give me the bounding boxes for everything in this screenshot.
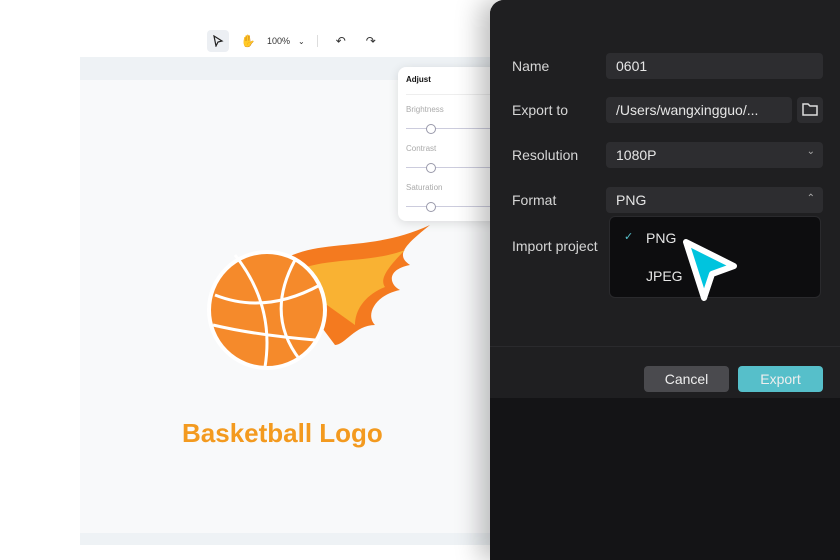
undo-icon: ↶: [335, 34, 346, 48]
pointer-icon: [213, 35, 224, 47]
redo-icon: ↷: [365, 34, 376, 48]
undo-button[interactable]: ↶: [330, 30, 352, 52]
slider-knob[interactable]: [426, 202, 436, 212]
format-value: PNG: [616, 192, 647, 208]
zoom-level[interactable]: 100%: [267, 36, 290, 46]
brightness-label: Brightness: [406, 105, 444, 114]
divider: [316, 35, 318, 47]
import-project-label: Import project: [512, 238, 598, 254]
saturation-slider[interactable]: [406, 200, 500, 214]
hand-icon: ✋: [240, 34, 256, 48]
divider: [490, 346, 840, 347]
redo-button[interactable]: ↷: [360, 30, 382, 52]
hand-tool-button[interactable]: ✋: [237, 30, 259, 52]
export-button[interactable]: Export: [738, 366, 823, 392]
contrast-label: Contrast: [406, 144, 437, 153]
select-tool-button[interactable]: [207, 30, 229, 52]
basketball-logo-image: [207, 225, 430, 370]
option-jpeg[interactable]: JPEG: [646, 268, 683, 284]
name-label: Name: [512, 58, 550, 74]
export-path-input[interactable]: /Users/wangxingguo/...: [606, 97, 792, 123]
resolution-value: 1080P: [616, 147, 657, 163]
folder-icon: [802, 103, 818, 116]
saturation-label: Saturation: [406, 183, 443, 192]
check-icon: ✓: [624, 231, 634, 243]
canvas-toolbar: ✋ 100% ⌄ ↶ ↷: [207, 30, 382, 52]
slider-knob[interactable]: [426, 163, 436, 173]
contrast-slider[interactable]: [406, 161, 500, 175]
export-dialog: Name 0601 Export to /Users/wangxingguo/.…: [490, 0, 840, 398]
name-input[interactable]: 0601: [606, 53, 823, 79]
chevron-down-icon[interactable]: ⌄: [298, 37, 305, 46]
chevron-down-icon: ⌄: [806, 146, 815, 157]
brightness-slider[interactable]: [406, 122, 500, 136]
cancel-button[interactable]: Cancel: [644, 366, 729, 392]
resolution-label: Resolution: [512, 147, 579, 163]
export-to-label: Export to: [512, 102, 569, 118]
slider-knob[interactable]: [426, 124, 436, 134]
resolution-select[interactable]: 1080P ⌄: [606, 142, 823, 168]
format-select[interactable]: PNG ⌃: [606, 187, 823, 213]
chevron-up-icon: ⌃: [806, 193, 815, 204]
adjust-title: Adjust: [406, 75, 500, 95]
browse-folder-button[interactable]: [797, 97, 823, 123]
format-label: Format: [512, 192, 557, 208]
canvas-margin: [80, 533, 500, 545]
cursor-pointer-icon: [683, 239, 737, 301]
logo-title: Basketball Logo: [182, 418, 383, 448]
option-png[interactable]: PNG: [646, 230, 676, 246]
